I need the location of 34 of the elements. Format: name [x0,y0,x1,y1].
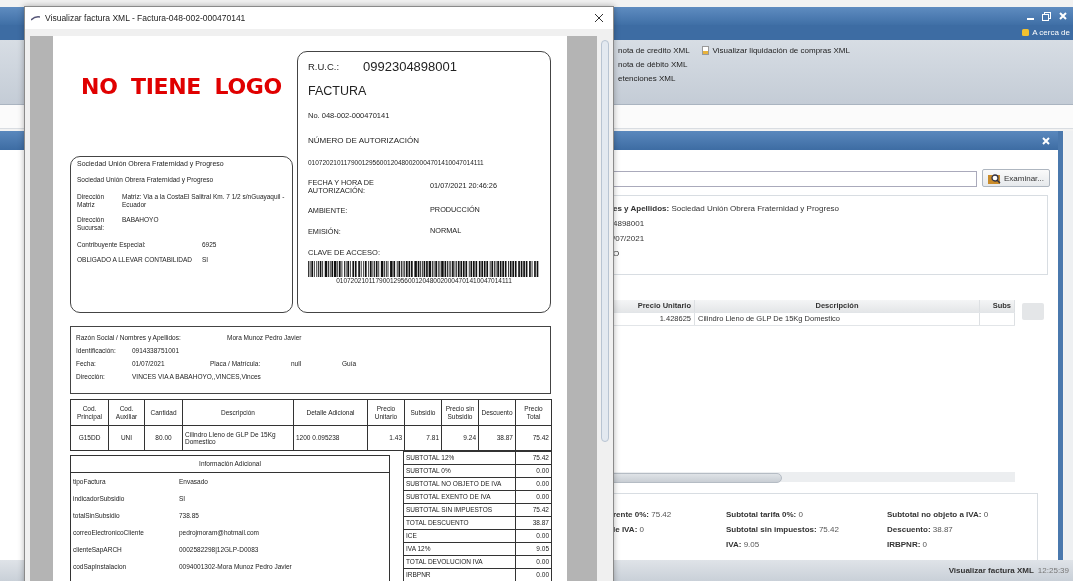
summary-line: rente 0%: 75.42 [613,509,673,520]
summary-line: Subtotal tarifa 0%: 0 [726,509,804,520]
summary-line: Descuento: 38.87 [887,524,954,535]
browse-button[interactable]: Examinar... [982,169,1050,187]
status-time: 12:25:39 [1037,566,1069,575]
summary-line: IRBPNR: 0 [887,539,928,550]
ruc-label: R.U.C.: [308,61,341,73]
summary-line: le IVA: 0 [613,524,645,535]
scrollbar-thumb[interactable] [600,40,609,442]
ribbon-item[interactable]: etenciones XML [618,74,676,83]
close-icon[interactable] [1059,12,1067,20]
ribbon-item[interactable]: Visualizar liquidación de compras XML [712,46,850,55]
window-title: Visualizar factura XML - Factura-048-002-000470141 [45,13,247,23]
authorization-label: NÚMERO DE AUTORIZACIÓN [308,135,420,146]
summary-line: Subtotal no objeto a IVA: 0 [887,509,990,520]
info-icon [1022,29,1030,36]
restore-icon[interactable] [1042,11,1051,21]
document-type: FACTURA [308,83,368,99]
ribbon-item[interactable]: nota de débito XML [618,60,688,69]
document-icon [701,46,709,55]
ribbon-item[interactable]: nota de credito XML [618,46,690,55]
close-button[interactable] [593,12,605,24]
summary-line: IVA: 9.05 [726,539,761,550]
info-line: 4898001 [613,218,646,230]
close-icon[interactable] [1042,136,1050,145]
summary-line: Subtotal sin impuestos: 75.42 [726,524,840,535]
info-line: /07/2021 [613,233,646,245]
vertical-scrollbar[interactable] [1064,131,1073,560]
logo-placeholder-text: NO TIENE LOGO [81,74,282,99]
about-menu-item[interactable]: A cerca de [1032,28,1070,37]
folder-search-icon [988,172,1001,184]
close-icon [593,12,605,24]
ruc-number: 0992304898001 [363,59,458,75]
status-title: Visualizar factura XML [948,566,1034,575]
